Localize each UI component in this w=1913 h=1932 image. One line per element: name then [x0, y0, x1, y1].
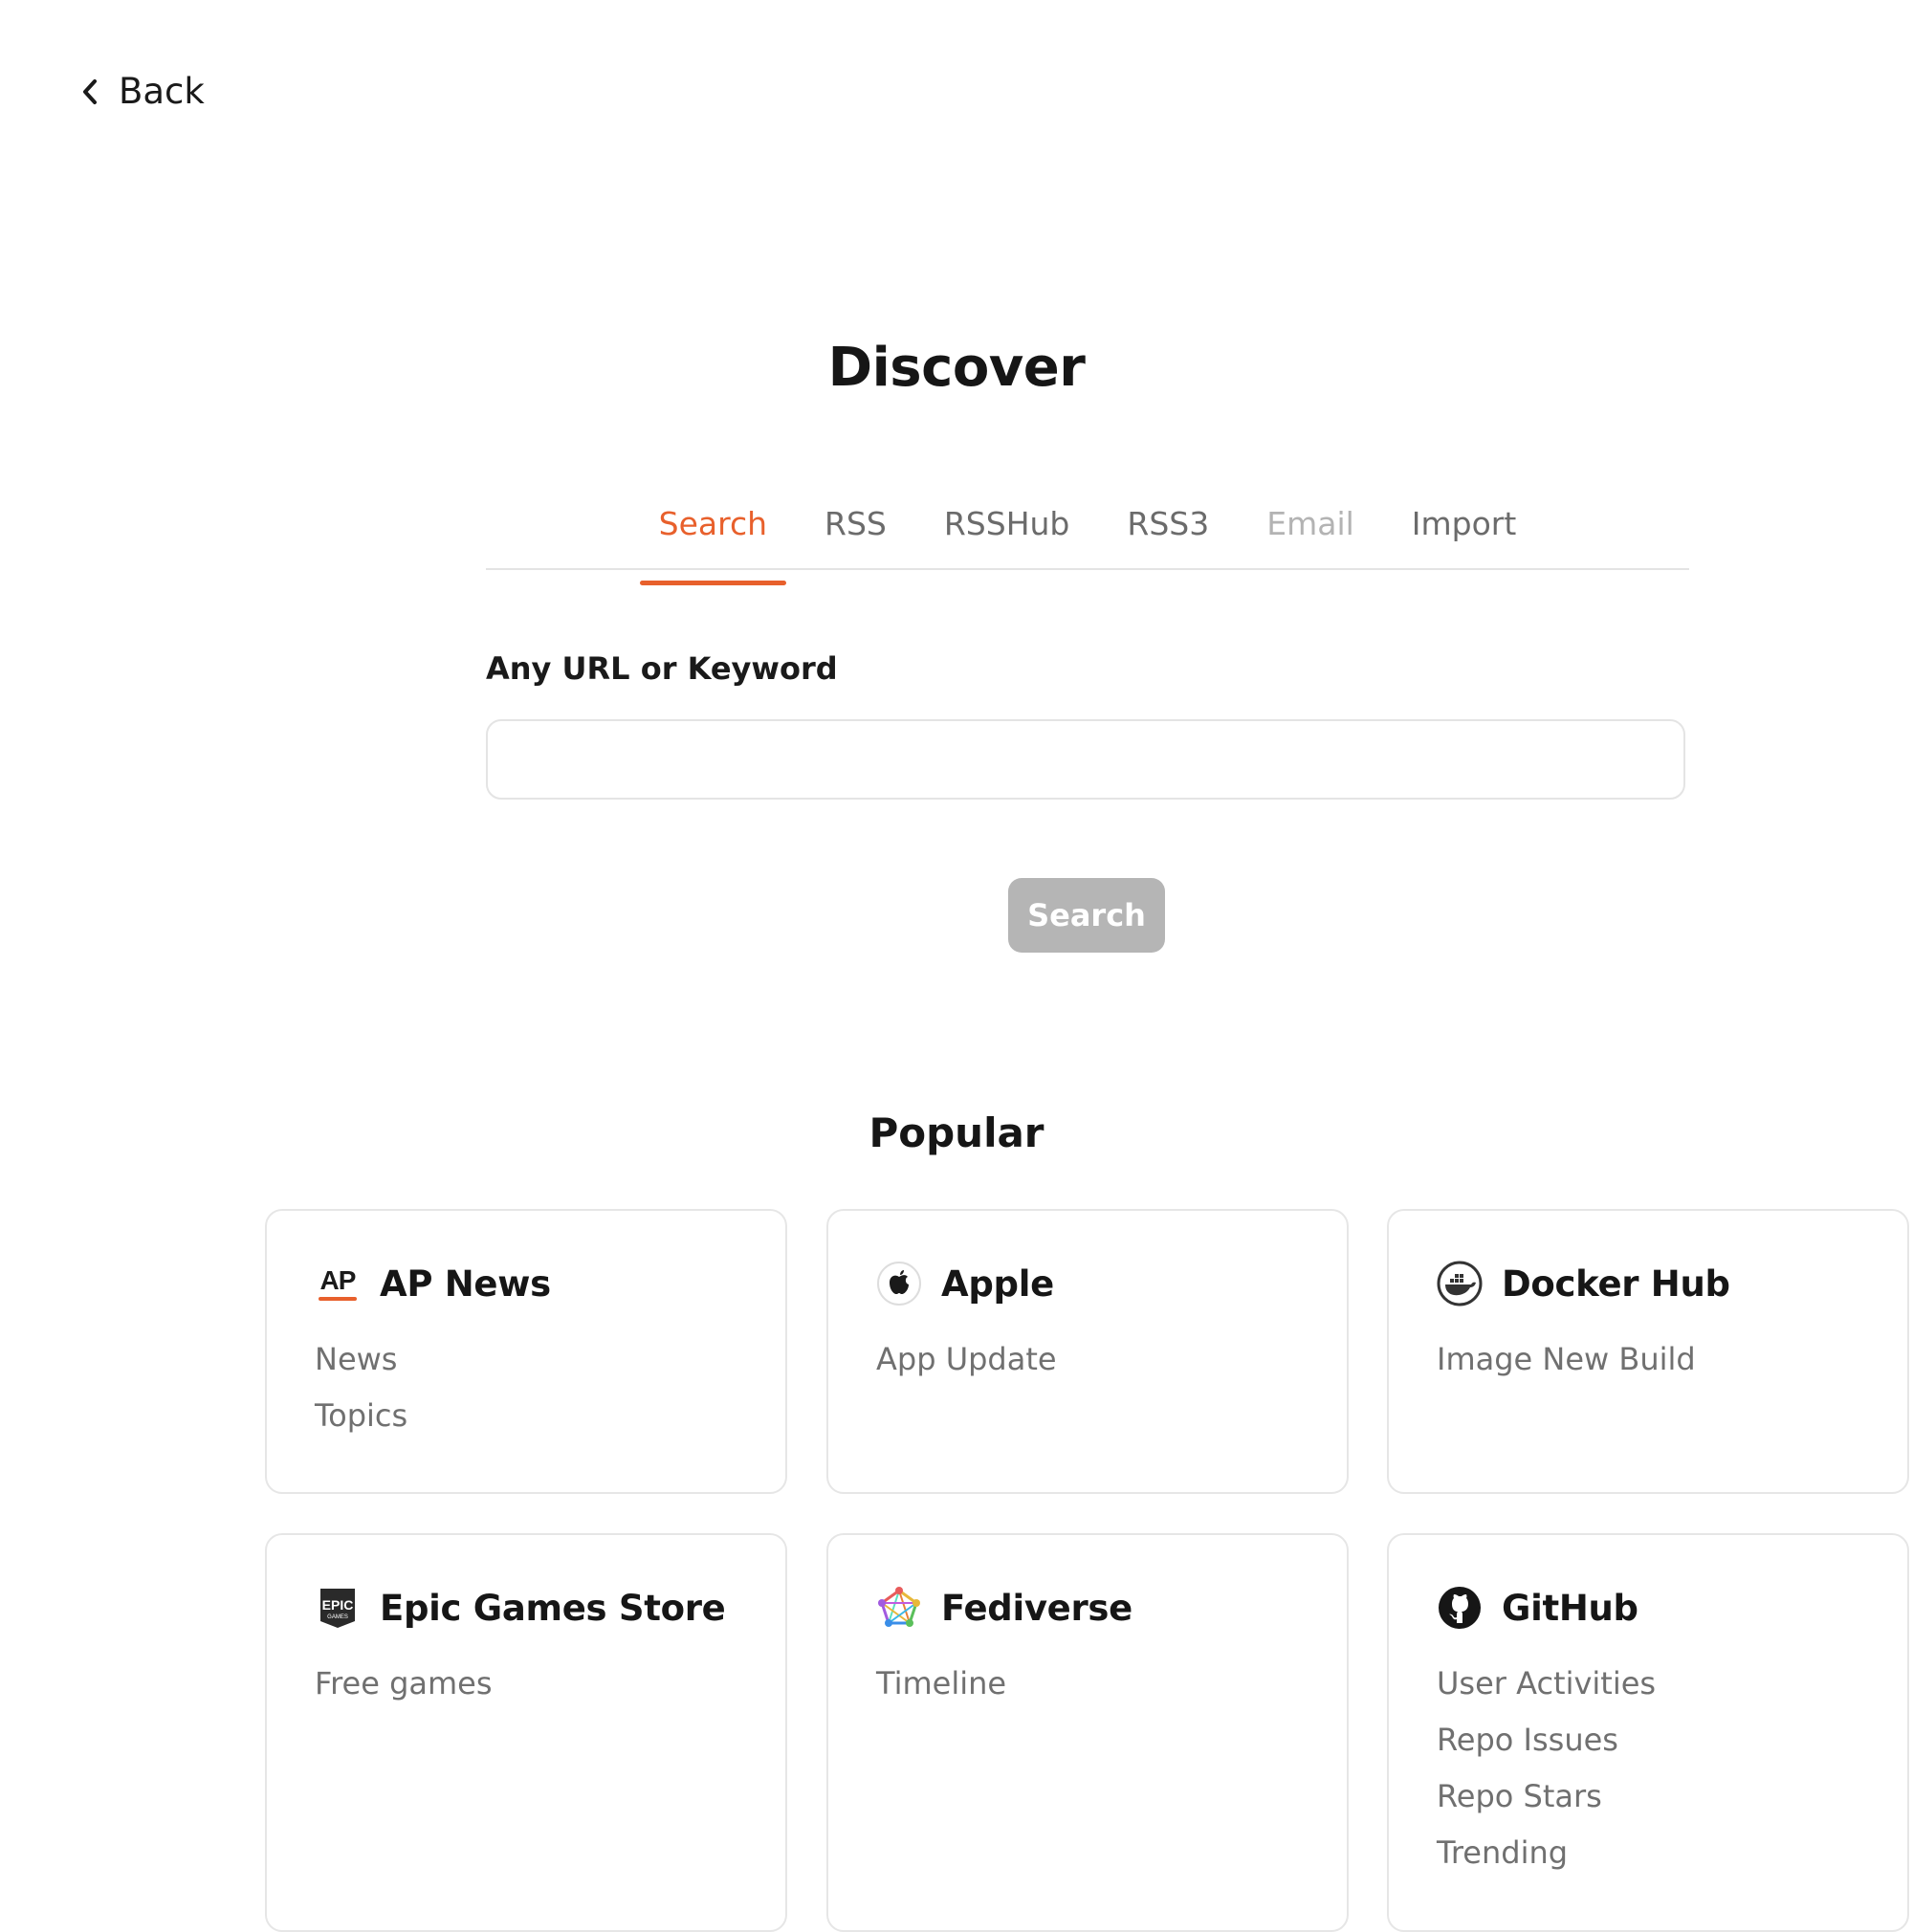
popular-section-title: Popular — [869, 1109, 1044, 1156]
popular-card-epic-games-store[interactable]: EPIC GAMES Epic Games Store Free games — [265, 1533, 787, 1932]
tab-import[interactable]: Import — [1383, 497, 1546, 568]
popular-card-ap-news[interactable]: AP AP News News Topics — [265, 1209, 787, 1494]
popular-card-docker-hub[interactable]: Docker Hub Image New Build — [1387, 1209, 1909, 1494]
chevron-left-icon — [80, 77, 103, 107]
card-title: Fediverse — [941, 1587, 1132, 1629]
popular-card-github[interactable]: GitHub User Activities Repo Issues Repo … — [1387, 1533, 1909, 1932]
search-field-label: Any URL or Keyword — [486, 650, 838, 687]
card-item-topics[interactable]: Topics — [315, 1388, 737, 1444]
popular-card-apple[interactable]: Apple App Update — [826, 1209, 1349, 1494]
epic-games-logo-icon: EPIC GAMES — [315, 1585, 361, 1631]
discover-tabs: Search RSS RSSHub RSS3 Email Import — [486, 497, 1689, 585]
card-item-image-new-build[interactable]: Image New Build — [1437, 1331, 1859, 1388]
github-logo-icon — [1437, 1585, 1483, 1631]
back-label: Back — [119, 71, 205, 112]
card-title: AP News — [380, 1262, 551, 1305]
card-item-user-activities[interactable]: User Activities — [1437, 1656, 1859, 1712]
tab-email[interactable]: Email — [1238, 497, 1383, 568]
card-item-repo-issues[interactable]: Repo Issues — [1437, 1712, 1859, 1768]
card-item-trending[interactable]: Trending — [1437, 1825, 1859, 1881]
svg-text:GAMES: GAMES — [327, 1614, 348, 1620]
tab-search[interactable]: Search — [630, 497, 796, 585]
card-title: Epic Games Store — [380, 1587, 726, 1629]
page-title: Discover — [827, 337, 1086, 399]
ap-news-logo-icon: AP — [315, 1261, 361, 1306]
back-button[interactable]: Back — [80, 69, 205, 115]
card-item-app-update[interactable]: App Update — [876, 1331, 1299, 1388]
search-button[interactable]: Search — [1008, 878, 1165, 953]
card-item-repo-stars[interactable]: Repo Stars — [1437, 1768, 1859, 1825]
tab-rsshub[interactable]: RSSHub — [915, 497, 1099, 568]
card-title: GitHub — [1502, 1587, 1638, 1629]
card-item-timeline[interactable]: Timeline — [876, 1656, 1299, 1712]
apple-logo-icon — [876, 1261, 922, 1306]
search-input[interactable] — [486, 719, 1685, 800]
card-title: Apple — [941, 1262, 1054, 1305]
fediverse-logo-icon — [876, 1585, 922, 1631]
docker-logo-icon — [1437, 1261, 1483, 1306]
svg-text:EPIC: EPIC — [322, 1597, 354, 1613]
svg-text:AP: AP — [320, 1265, 356, 1295]
tab-rss[interactable]: RSS — [796, 497, 915, 568]
card-item-news[interactable]: News — [315, 1331, 737, 1388]
popular-card-fediverse[interactable]: Fediverse Timeline — [826, 1533, 1349, 1932]
tab-rss3[interactable]: RSS3 — [1098, 497, 1238, 568]
card-title: Docker Hub — [1502, 1262, 1730, 1305]
card-item-free-games[interactable]: Free games — [315, 1656, 737, 1712]
